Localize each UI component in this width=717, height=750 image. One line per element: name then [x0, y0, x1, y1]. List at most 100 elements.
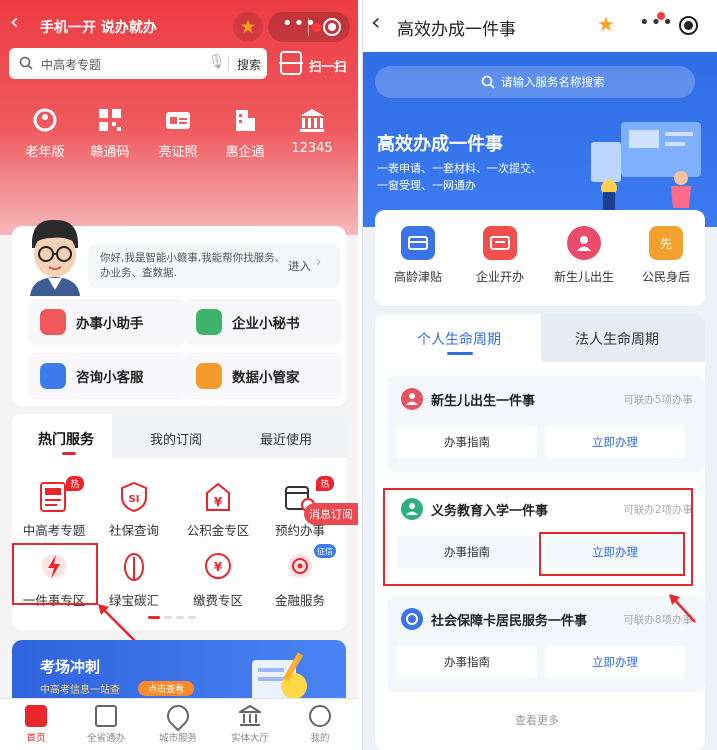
- chat-icon: [40, 363, 66, 389]
- chevron-right-icon: ›: [316, 255, 322, 270]
- nav-hall[interactable]: 实体大厅: [220, 704, 280, 744]
- favorite-button[interactable]: ★: [233, 12, 263, 42]
- quick-12345[interactable]: 12345: [290, 107, 334, 156]
- assistant-icon: [40, 309, 66, 335]
- event-social-card: 社会保障卡居民服务一件事 可联办8项办事 办事指南 立即办理: [387, 596, 705, 692]
- more-dots-icon[interactable]: •••: [282, 13, 317, 34]
- service-label: 缴费专区: [192, 593, 243, 608]
- user-icon: [309, 705, 331, 727]
- nav-label: 城市服务: [158, 733, 197, 744]
- event-title: 社会保障卡居民服务一件事: [431, 614, 588, 629]
- microphone-icon[interactable]: 🎙: [208, 54, 226, 70]
- quick-label: 12345: [291, 141, 333, 156]
- quick-label: 惠企通: [225, 145, 265, 160]
- scan-icon[interactable]: [279, 51, 303, 75]
- data-icon: [196, 363, 222, 389]
- back-button[interactable]: ‹: [10, 10, 19, 35]
- apply-button[interactable]: 立即办理: [545, 426, 685, 458]
- back-button[interactable]: ‹: [371, 8, 381, 36]
- arrow-annotation: [669, 594, 696, 623]
- scan-label[interactable]: 扫一扫: [309, 56, 347, 75]
- subscribe-tag[interactable]: 消息订阅: [304, 503, 358, 525]
- tab-recent[interactable]: 最近使用: [260, 429, 312, 448]
- quick-newborn[interactable]: 新生儿出生: [551, 226, 617, 285]
- quick-elderly[interactable]: 老年版: [23, 107, 67, 160]
- star-icon[interactable]: ★: [597, 12, 615, 36]
- event-newborn: 新生儿出生一件事 可联办5项办事 办事指南 立即办理: [387, 376, 705, 472]
- id-card-icon: [164, 107, 192, 133]
- enter-link[interactable]: 进入: [288, 258, 311, 274]
- tab-hot-services[interactable]: 热门服务: [38, 429, 94, 449]
- service-label: 社保查询: [108, 523, 159, 538]
- nav-mine[interactable]: 我的: [290, 705, 350, 744]
- search-input[interactable]: 中高考专题: [41, 56, 101, 73]
- banner-line2: 一窗受理、一网通办: [377, 179, 476, 192]
- target-icon[interactable]: [679, 16, 698, 35]
- nav-home[interactable]: 首页: [6, 705, 66, 744]
- tab-my-subscriptions[interactable]: 我的订阅: [150, 429, 202, 448]
- home-header: ‹ 手机一开 说办就办 ★ ••• 中高考专题 🎙 搜索 扫一扫 老年版 赣通码…: [0, 0, 358, 235]
- service-label: 公积金专区: [186, 523, 250, 538]
- guide-button[interactable]: 办事指南: [397, 646, 537, 678]
- event-title: 新生儿出生一件事: [431, 394, 536, 409]
- bottom-nav: 首页 全省通办 城市服务 实体大厅 我的: [0, 698, 358, 750]
- nav-city[interactable]: 城市服务: [148, 700, 208, 744]
- quick-elderly-allowance[interactable]: 高龄津贴: [385, 226, 451, 285]
- quick-label: 高龄津贴: [393, 270, 442, 284]
- guide-button[interactable]: 办事指南: [397, 426, 537, 458]
- assistant-bubble[interactable]: 你好,我是智能小赣事,我能帮你找服务、办业务、查数据. 进入 ›: [88, 244, 340, 288]
- right-phone-screen: ‹ 高效办成一件事 ★ ••• 请输入服务名称搜索 高效办成一件事 一表申请、一…: [362, 0, 717, 750]
- banner-title: 高效办成一件事: [377, 134, 503, 155]
- building-icon: [231, 107, 259, 133]
- finance-icon: [283, 550, 317, 584]
- assistant-card: 你好,我是智能小赣事,我能帮你找服务、办业务、查数据. 进入 › 办事小助手 企…: [12, 219, 346, 406]
- hot-badge: 热: [66, 476, 84, 491]
- hot-badge: 热: [316, 476, 334, 491]
- assistant-avatar: [22, 214, 86, 296]
- service-social-security[interactable]: SI 社保查询: [94, 480, 174, 539]
- leaf-icon: [117, 550, 151, 584]
- allowance-icon: [401, 226, 435, 260]
- home-icon: [25, 705, 47, 727]
- quick-services: 高龄津贴 企业开办 新生儿出生 先 公民身后: [375, 210, 705, 306]
- service-label: 金融服务: [274, 593, 325, 608]
- after-life-icon: 先: [649, 226, 683, 260]
- service-finance[interactable]: 金融服务: [260, 550, 340, 609]
- quick-label: 赣通码: [90, 145, 130, 160]
- assistant-text: 你好,我是智能小赣事,我能帮你找服务、办业务、查数据.: [100, 252, 286, 279]
- service-banner: 请输入服务名称搜索 高效办成一件事 一表申请、一套材料、一次提交、 一窗受理、一…: [363, 52, 717, 227]
- business-icon: [483, 226, 517, 260]
- view-more-link[interactable]: 查看更多: [515, 712, 559, 728]
- target-icon[interactable]: [323, 18, 341, 36]
- quick-label: 新生儿出生: [553, 270, 614, 284]
- credit-badge: 征信: [314, 544, 336, 558]
- service-fund[interactable]: ¥ 公积金专区: [178, 480, 258, 539]
- banner-button[interactable]: 点击查看: [138, 681, 194, 696]
- tool-secretary[interactable]: 企业小秘书: [184, 299, 342, 345]
- quick-after-life[interactable]: 先 公民身后: [633, 226, 699, 285]
- nav-label: 实体大厅: [230, 733, 269, 744]
- search-input[interactable]: 请输入服务名称搜索: [501, 74, 605, 90]
- quick-qrcode[interactable]: 赣通码: [88, 107, 132, 160]
- quick-business-start[interactable]: 企业开办: [467, 226, 533, 285]
- search-button[interactable]: 搜索: [237, 56, 261, 73]
- tab-corporate[interactable]: 法人生命周期: [575, 329, 659, 349]
- banner-line1: 一表申请、一套材料、一次提交、: [377, 162, 542, 175]
- tab-personal[interactable]: 个人生命周期: [417, 329, 501, 349]
- tool-label: 企业小秘书: [232, 316, 300, 332]
- exam-banner[interactable]: 考场冲刺 中高考信息一站查 点击查看: [12, 640, 346, 702]
- location-pin-icon: [162, 700, 194, 732]
- tool-assistant[interactable]: 办事小助手: [28, 299, 186, 345]
- nav-province[interactable]: 全省通办: [76, 705, 136, 744]
- service-payment[interactable]: ¥ 缴费专区: [178, 550, 258, 609]
- quick-enterprise[interactable]: 惠企通: [223, 107, 267, 160]
- apply-button[interactable]: 立即办理: [545, 646, 685, 678]
- star-icon: ★: [239, 16, 257, 38]
- search-bar[interactable]: 中高考专题 🎙 搜索: [9, 48, 267, 79]
- tool-data[interactable]: 数据小管家: [184, 353, 342, 399]
- quick-idcard[interactable]: 亮证照: [156, 107, 200, 160]
- service-search[interactable]: 请输入服务名称搜索: [375, 66, 695, 98]
- after-life-icon-text: 先: [659, 236, 672, 251]
- tool-service[interactable]: 咨询小客服: [28, 353, 186, 399]
- nav-label: 首页: [26, 733, 46, 744]
